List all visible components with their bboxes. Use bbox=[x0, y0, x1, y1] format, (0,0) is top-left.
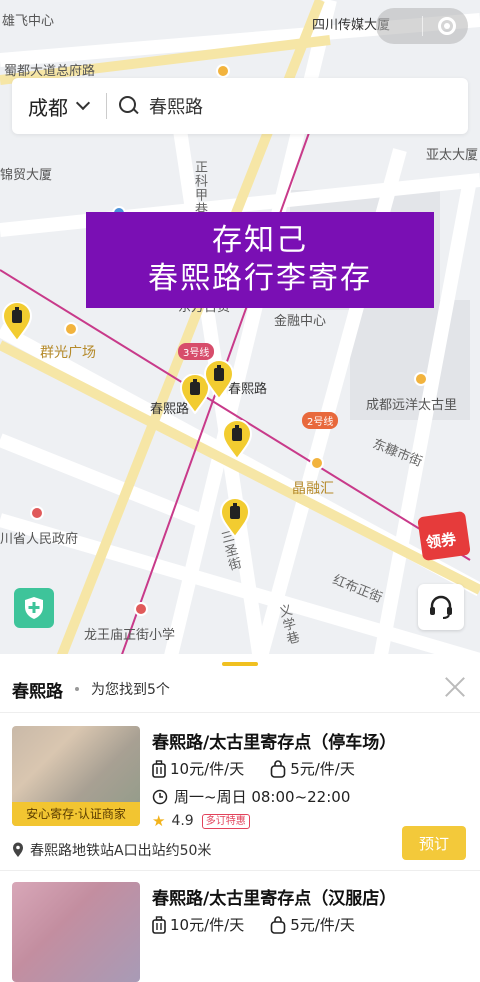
headset-icon bbox=[430, 595, 452, 619]
price-row: 10元/件/天 5元/件/天 bbox=[152, 758, 355, 779]
search-icon bbox=[119, 96, 139, 116]
rating-value: 4.9 bbox=[171, 813, 194, 829]
address-text: 春熙路地铁站A口出站约50米 bbox=[30, 843, 212, 859]
coupon-button[interactable]: 领券 bbox=[417, 508, 476, 564]
banner-line: 春熙路行李寄存 bbox=[148, 261, 372, 296]
star-icon: ★ bbox=[152, 812, 166, 830]
bag-icon bbox=[270, 759, 286, 778]
chevron-down-icon bbox=[75, 95, 91, 111]
poi-icon[interactable] bbox=[30, 506, 44, 520]
divider bbox=[0, 870, 480, 871]
coupon-label: 领券 bbox=[424, 529, 458, 552]
close-icon[interactable] bbox=[444, 676, 466, 698]
rating-row: ★ 4.9 多订特惠 bbox=[152, 812, 250, 830]
list-item[interactable]: 安心寄存·认证商家 春熙路/太古里寄存点（停车场） 10元/件/天 5元/件/天… bbox=[0, 726, 480, 866]
address-row: 春熙路地铁站A口出站约50米 bbox=[12, 840, 211, 860]
clock-icon bbox=[152, 789, 168, 804]
store-title: 春熙路/太古里寄存点（停车场） bbox=[152, 733, 397, 753]
poi-icon[interactable] bbox=[310, 456, 324, 470]
divider bbox=[106, 93, 107, 119]
price-row: 10元/件/天 5元/件/天 bbox=[152, 914, 355, 935]
results-header: 春熙路 为您找到5个 bbox=[12, 678, 468, 702]
hours-row: 周一~周日 08:00~22:00 bbox=[152, 786, 350, 807]
price-large: 10元/件/天 bbox=[170, 760, 245, 778]
storage-pin-icon[interactable] bbox=[220, 498, 250, 538]
metro-line-badge: 3号线 bbox=[178, 343, 215, 360]
customer-service-button[interactable] bbox=[418, 584, 464, 630]
search-bar[interactable]: 成都 春熙路 bbox=[12, 78, 468, 134]
poi-icon[interactable] bbox=[134, 602, 148, 616]
list-item[interactable]: 春熙路/太古里寄存点（汉服店） 10元/件/天 5元/件/天 bbox=[0, 882, 480, 982]
suitcase-icon bbox=[152, 915, 166, 934]
store-title: 春熙路/太古里寄存点（汉服店） bbox=[152, 889, 397, 909]
map-label: 成都远洋太古里 bbox=[366, 398, 458, 413]
search-input[interactable]: 春熙路 bbox=[149, 93, 203, 119]
price-large: 10元/件/天 bbox=[170, 916, 245, 934]
map-label: 蜀都大道总府路 bbox=[4, 64, 96, 79]
close-miniapp-icon[interactable] bbox=[438, 17, 456, 35]
opening-hours: 周一~周日 08:00~22:00 bbox=[174, 788, 351, 806]
street-label: 正科甲巷 bbox=[192, 160, 207, 216]
shield-plus-icon bbox=[25, 597, 43, 619]
poi-icon[interactable] bbox=[216, 64, 230, 78]
insurance-button[interactable] bbox=[14, 588, 54, 628]
city-selector[interactable]: 成都 bbox=[12, 92, 91, 121]
map-label: 晶融汇 bbox=[292, 481, 334, 497]
map-label: 川省人民政府 bbox=[0, 532, 79, 547]
results-title: 春熙路 bbox=[12, 681, 63, 702]
capsule-divider bbox=[422, 16, 423, 36]
map-label: 群光广场 bbox=[40, 345, 96, 361]
city-label: 成都 bbox=[28, 95, 68, 120]
store-photo: 安心寄存·认证商家 bbox=[12, 726, 140, 826]
price-small: 5元/件/天 bbox=[290, 760, 355, 778]
storage-pin-icon[interactable] bbox=[204, 360, 234, 400]
poi-icon[interactable] bbox=[64, 322, 78, 336]
book-button[interactable]: 预订 bbox=[402, 826, 466, 860]
suitcase-icon bbox=[152, 759, 166, 778]
certified-tag: 安心寄存·认证商家 bbox=[12, 802, 140, 826]
results-count: 为您找到5个 bbox=[91, 682, 170, 698]
price-small: 5元/件/天 bbox=[290, 916, 355, 934]
bag-icon bbox=[270, 915, 286, 934]
drag-handle[interactable] bbox=[222, 662, 258, 666]
results-sheet: 春熙路 为您找到5个 安心寄存·认证商家 春熙路/太古里寄存点（停车场） 10元… bbox=[0, 654, 480, 982]
map-label: 锦贸大厦 bbox=[0, 168, 53, 183]
separator-dot bbox=[75, 687, 79, 691]
map-label: 金融中心 bbox=[274, 314, 327, 329]
storage-pin-icon[interactable] bbox=[2, 302, 32, 342]
map-label: 亚太大厦 bbox=[426, 148, 479, 163]
banner-line: 存知己 bbox=[212, 223, 308, 258]
divider bbox=[0, 712, 480, 713]
poi-icon[interactable] bbox=[414, 372, 428, 386]
map-label: 龙王庙正街小学 bbox=[84, 628, 176, 643]
promo-badge: 多订特惠 bbox=[201, 813, 250, 829]
storage-pin-icon[interactable] bbox=[222, 420, 252, 460]
miniapp-capsule[interactable] bbox=[376, 8, 468, 44]
location-pin-icon bbox=[13, 842, 23, 857]
promo-banner: 存知己 春熙路行李寄存 bbox=[86, 212, 434, 308]
metro-line-badge: 2号线 bbox=[302, 412, 339, 429]
map-label: 雄飞中心 bbox=[2, 14, 55, 29]
store-photo bbox=[12, 882, 140, 982]
